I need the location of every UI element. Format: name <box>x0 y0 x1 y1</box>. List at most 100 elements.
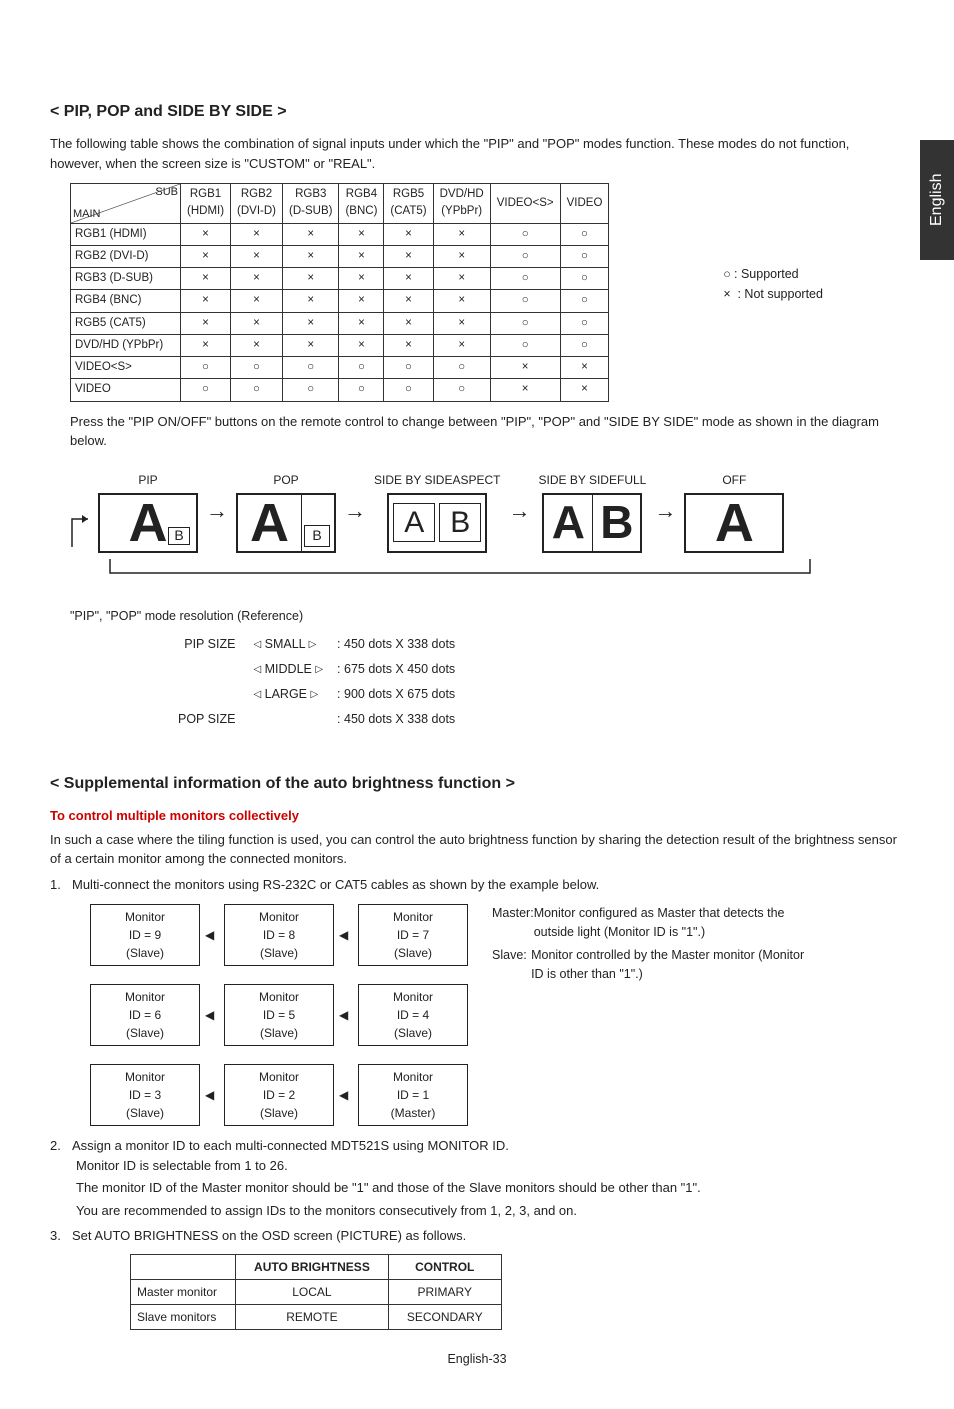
monitor-box: MonitorID = 2(Slave)◀ <box>224 1064 334 1126</box>
subheading: To control multiple monitors collectivel… <box>50 806 904 826</box>
resolution-value: : 450 dots X 338 dots <box>331 708 461 731</box>
section-heading-pip-pop: < PIP, POP and SIDE BY SIDE > <box>50 100 904 124</box>
compat-cell: × <box>181 334 231 356</box>
ab-cell: PRIMARY <box>388 1279 501 1304</box>
compat-cell: × <box>181 223 231 245</box>
compat-cell: × <box>231 312 283 334</box>
intro-text: The following table shows the combinatio… <box>50 134 904 173</box>
mode-label-off: OFF <box>722 459 746 489</box>
corner-sub-label: SUB <box>155 184 178 201</box>
resolution-value: : 450 dots X 338 dots <box>331 633 461 656</box>
arrow-icon: → <box>206 459 228 549</box>
step-2-detail: You are recommended to assign IDs to the… <box>76 1201 904 1221</box>
col-header: RGB4(BNC) <box>339 184 384 224</box>
arrow-icon: ◀ <box>205 1086 214 1104</box>
compat-cell: × <box>490 379 560 401</box>
row-header: RGB3 (D-SUB) <box>71 268 181 290</box>
compat-cell: ○ <box>339 379 384 401</box>
arrow-icon: ◀ <box>205 926 214 944</box>
language-tab: English <box>920 140 954 260</box>
body-text: In such a case where the tiling function… <box>50 830 904 869</box>
monitor-box: MonitorID = 9(Slave) <box>90 904 200 966</box>
row-header: RGB5 (CAT5) <box>71 312 181 334</box>
compat-cell: ○ <box>490 223 560 245</box>
mode-box-pop: A B <box>236 493 336 553</box>
ab-row-header: Master monitor <box>131 1279 236 1304</box>
ab-row-header: Slave monitors <box>131 1304 236 1329</box>
step-2-detail: Monitor ID is selectable from 1 to 26. <box>76 1156 904 1176</box>
col-header: RGB5(CAT5) <box>384 184 433 224</box>
compat-cell: × <box>283 312 339 334</box>
ab-col-header: CONTROL <box>388 1254 501 1279</box>
col-header: VIDEO<S> <box>490 184 560 224</box>
compat-cell: ○ <box>490 312 560 334</box>
step-3: 3.Set AUTO BRIGHTNESS on the OSD screen … <box>50 1226 904 1330</box>
monitor-box: MonitorID = 8(Slave)◀ <box>224 904 334 966</box>
ab-col-header: AUTO BRIGHTNESS <box>236 1254 389 1279</box>
compat-cell: ○ <box>560 312 609 334</box>
compat-cell: × <box>339 290 384 312</box>
compat-cell: ○ <box>490 334 560 356</box>
compat-cell: × <box>433 268 490 290</box>
row-header: RGB1 (HDMI) <box>71 223 181 245</box>
ab-cell: SECONDARY <box>388 1304 501 1329</box>
monitor-box: MonitorID = 1(Master)◀ <box>358 1064 468 1126</box>
row-header: VIDEO <box>71 379 181 401</box>
section-heading-auto-brightness: < Supplemental information of the auto b… <box>50 772 904 796</box>
arrow-icon: ◀ <box>339 1006 348 1024</box>
compat-cell: × <box>231 334 283 356</box>
compat-cell: × <box>181 290 231 312</box>
mode-box-off: A <box>684 493 784 553</box>
compat-cell: ○ <box>560 223 609 245</box>
compat-cell: ○ <box>181 379 231 401</box>
compat-cell: × <box>283 290 339 312</box>
arrow-icon: → <box>344 459 366 549</box>
compat-cell: ○ <box>231 379 283 401</box>
monitor-topology-diagram: MonitorID = 9(Slave) MonitorID = 8(Slave)… <box>90 904 904 1126</box>
col-header: DVD/HD(YPbPr) <box>433 184 490 224</box>
compat-cell: × <box>181 245 231 267</box>
compat-cell: × <box>181 312 231 334</box>
mode-label-pop: POP <box>273 459 298 489</box>
pip-size-label: PIP SIZE <box>172 633 245 656</box>
compat-cell: ○ <box>433 357 490 379</box>
arrow-icon: ◀ <box>339 926 348 944</box>
compat-cell: × <box>560 357 609 379</box>
mode-label-sbs-full: SIDE BY SIDEFULL <box>539 459 647 489</box>
compat-cell: × <box>433 245 490 267</box>
compat-cell: × <box>339 312 384 334</box>
compat-cell: × <box>231 268 283 290</box>
compat-cell: × <box>384 334 433 356</box>
compat-cell: × <box>231 223 283 245</box>
compat-cell: ○ <box>560 268 609 290</box>
compat-cell: ○ <box>490 245 560 267</box>
ab-cell: REMOTE <box>236 1304 389 1329</box>
row-header: VIDEO<S> <box>71 357 181 379</box>
compat-cell: × <box>433 312 490 334</box>
compat-cell: × <box>384 312 433 334</box>
compat-cell: × <box>339 245 384 267</box>
compat-cell: × <box>283 223 339 245</box>
compat-cell: ○ <box>231 357 283 379</box>
col-header: RGB2(DVI-D) <box>231 184 283 224</box>
compat-cell: × <box>560 379 609 401</box>
compat-cell: ○ <box>384 357 433 379</box>
compat-cell: ○ <box>490 290 560 312</box>
compat-cell: ○ <box>339 357 384 379</box>
compat-cell: ○ <box>283 357 339 379</box>
compat-cell: ○ <box>490 268 560 290</box>
monitor-box: MonitorID = 7(Slave)◀ <box>358 904 468 966</box>
arrow-icon: ◀ <box>205 1006 214 1024</box>
compat-cell: × <box>339 334 384 356</box>
compat-cell: × <box>339 268 384 290</box>
monitor-box: MonitorID = 4(Slave)◀ <box>358 984 468 1046</box>
compat-cell: × <box>283 268 339 290</box>
compat-cell: × <box>433 223 490 245</box>
compat-cell: ○ <box>283 379 339 401</box>
compat-cell: ○ <box>560 334 609 356</box>
compat-cell: × <box>181 268 231 290</box>
mode-switch-instruction: Press the "PIP ON/OFF" buttons on the re… <box>70 412 904 451</box>
step-1: 1.Multi-connect the monitors using RS-23… <box>50 875 904 1127</box>
mode-label-sbs-aspect: SIDE BY SIDEASPECT <box>374 459 501 489</box>
compat-cell: ○ <box>560 290 609 312</box>
